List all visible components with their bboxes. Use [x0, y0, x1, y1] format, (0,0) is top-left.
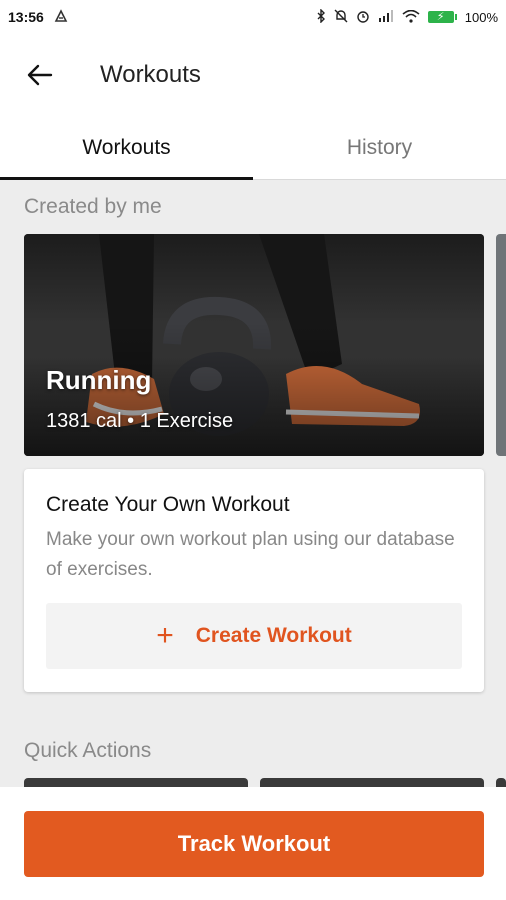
- bottom-bar: Track Workout: [0, 787, 506, 900]
- create-card-description: Make your own workout plan using our dat…: [46, 529, 455, 580]
- create-card-heading: Create Your Own Workout: [46, 493, 290, 516]
- battery-icon: ⚡: [427, 11, 457, 23]
- arrow-left-icon: [27, 64, 53, 86]
- notification-icon: [54, 9, 68, 25]
- mute-icon: [334, 9, 348, 25]
- battery-percent: 100%: [464, 9, 498, 25]
- page-title: Workouts: [100, 61, 201, 88]
- app-bar: Workouts: [0, 34, 506, 116]
- workout-card-next[interactable]: [496, 234, 506, 456]
- wifi-icon: [402, 9, 420, 25]
- status-time: 13:56: [8, 9, 44, 25]
- track-workout-button[interactable]: Track Workout: [24, 811, 484, 877]
- workout-card-running[interactable]: Running 1381 cal • 1 Exercise: [24, 234, 484, 456]
- section-title-quick-actions: Quick Actions: [24, 739, 152, 762]
- tab-history[interactable]: History: [253, 116, 506, 179]
- back-button[interactable]: [10, 45, 70, 105]
- alarm-icon: [356, 9, 370, 25]
- tab-workouts[interactable]: Workouts: [0, 116, 253, 180]
- workout-card-title: Running: [46, 365, 152, 395]
- create-workout-button[interactable]: + Create Workout: [46, 603, 462, 669]
- tab-bar: Workouts History: [0, 116, 506, 180]
- workout-card-subtitle: 1381 cal • 1 Exercise: [46, 410, 234, 432]
- section-title-created-by-me: Created by me: [24, 195, 162, 218]
- create-workout-label: Create Workout: [195, 624, 352, 647]
- create-workout-card: Create Your Own Workout Make your own wo…: [24, 469, 484, 692]
- bluetooth-icon: [316, 8, 326, 25]
- signal-icon: [378, 10, 394, 24]
- status-bar: 13:56 ⚡ 100%: [0, 0, 506, 34]
- plus-icon: +: [156, 619, 174, 652]
